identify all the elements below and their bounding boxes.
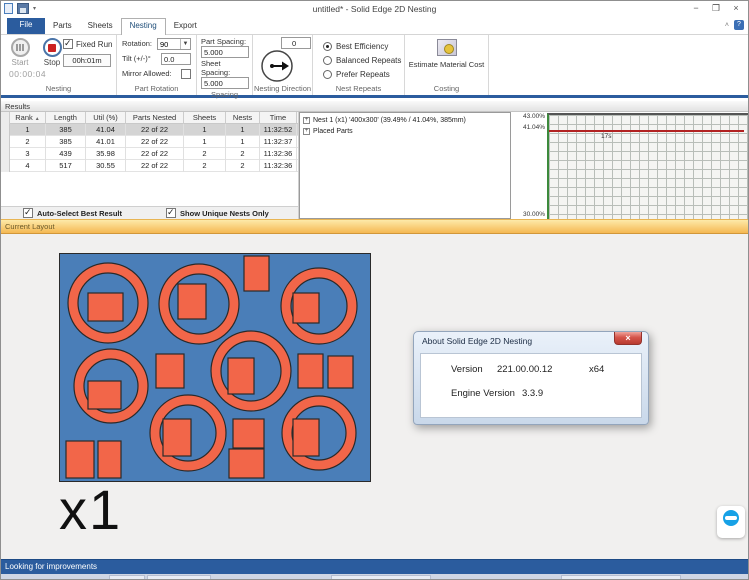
- utilization-chart: 43.00% 41.04% 30.00% 17s: [511, 112, 748, 219]
- part-spacing-label: Part Spacing:: [201, 37, 250, 46]
- results-panel-header: Results: [1, 101, 748, 112]
- sheet-spacing-label: Sheet Spacing:: [201, 59, 250, 77]
- group-label-nest-repeats: Nest Repeats: [313, 83, 404, 95]
- window-title: untitled* - Solid Edge 2D Nesting: [1, 4, 748, 14]
- tilt-label: Tilt (+/-)°: [122, 54, 151, 63]
- ribbon: Start Stop 00:00:04 ✓ Fixed Run 00h:01m …: [1, 35, 748, 95]
- nest-tree: + Nest 1 (x1) '400x300' (39.49% / 41.04%…: [299, 112, 511, 219]
- help-icon[interactable]: ?: [734, 20, 744, 30]
- tree-expand-icon[interactable]: +: [303, 117, 310, 124]
- group-nest-repeats: Best Efficiency Balanced Repeats Prefer …: [313, 35, 405, 95]
- sheet-spacing-field[interactable]: 5.000: [201, 77, 249, 89]
- about-dialog-body: Version 221.00.00.12 x64 Engine Version …: [420, 353, 642, 418]
- window-controls: − ❐ ×: [686, 1, 746, 15]
- results-table-header: Rank▲ Length Util (%) Parts Nested Sheet…: [1, 112, 298, 124]
- table-row[interactable]: 451730.5522 of 222211:32:36: [1, 160, 298, 172]
- app-window: ▾ untitled* - Solid Edge 2D Nesting − ❐ …: [0, 0, 749, 580]
- rotation-label: Rotation:: [122, 39, 152, 48]
- teamviewer-icon: [723, 510, 739, 526]
- fixed-run-label: Fixed Run: [76, 40, 112, 49]
- fixed-run-checkbox[interactable]: ✓: [63, 39, 73, 49]
- table-row[interactable]: 138541.0422 of 221111:32:52: [1, 124, 298, 136]
- ytick-label: 41.04%: [523, 124, 545, 131]
- auto-select-best-result-checkbox[interactable]: ✓: [23, 208, 33, 218]
- tree-item-placed-parts[interactable]: + Placed Parts: [303, 126, 507, 136]
- tab-parts[interactable]: Parts: [45, 19, 80, 34]
- engine-version-label: Engine Version: [451, 388, 515, 399]
- status-bar: Looking for improvements: [1, 559, 748, 574]
- stop-icon: [43, 38, 62, 57]
- ytick-label: 30.00%: [523, 211, 545, 218]
- version-label: Version: [451, 364, 483, 375]
- mirror-allowed-checkbox[interactable]: ✓: [181, 69, 191, 79]
- table-row[interactable]: 343935.9822 of 222211:32:36: [1, 148, 298, 160]
- taskbar-sliver: [1, 574, 748, 580]
- group-label-nesting: Nesting: [1, 83, 116, 95]
- group-nesting: Start Stop 00:00:04 ✓ Fixed Run 00h:01m …: [1, 35, 117, 95]
- group-nesting-direction: 0 Nesting Direction: [253, 35, 313, 95]
- restore-button[interactable]: ❐: [706, 1, 726, 15]
- tilt-field[interactable]: 0.0: [161, 53, 191, 65]
- minimize-button[interactable]: −: [686, 1, 706, 15]
- group-label-spacing: Spacing: [197, 89, 252, 101]
- dialog-close-button[interactable]: ×: [614, 332, 642, 345]
- radio-best-efficiency[interactable]: Best Efficiency: [313, 40, 404, 52]
- results-body: Rank▲ Length Util (%) Parts Nested Sheet…: [1, 112, 748, 219]
- tab-sheets[interactable]: Sheets: [80, 19, 121, 34]
- elapsed-timer: 00:00:04: [9, 69, 46, 79]
- tab-nesting[interactable]: Nesting: [121, 18, 166, 35]
- direction-angle-field[interactable]: 0: [281, 37, 311, 49]
- utilization-series-line: [549, 130, 744, 132]
- group-spacing: Part Spacing: 5.000 Sheet Spacing: 5.000…: [197, 35, 253, 95]
- close-button[interactable]: ×: [726, 1, 746, 15]
- rotation-select[interactable]: 90 ▼: [157, 38, 191, 50]
- tree-expand-icon[interactable]: +: [303, 128, 310, 135]
- radio-icon: [323, 70, 332, 79]
- title-bar: ▾ untitled* - Solid Edge 2D Nesting − ❐ …: [1, 1, 748, 18]
- show-unique-nests-checkbox[interactable]: ✓: [166, 208, 176, 218]
- chart-plot-area: 17s: [547, 113, 748, 219]
- nesting-direction-icon[interactable]: [260, 49, 294, 83]
- ribbon-tab-row: File Parts Sheets Nesting Export ˄ ?: [1, 18, 748, 35]
- tab-file[interactable]: File: [7, 18, 45, 34]
- table-row[interactable]: 238541.0122 of 221111:32:37: [1, 136, 298, 148]
- current-layout-header: Current Layout: [1, 219, 748, 234]
- radio-balanced-repeats[interactable]: Balanced Repeats: [313, 54, 404, 66]
- estimate-material-cost-button[interactable]: Estimate Material Cost: [405, 39, 488, 69]
- material-cost-icon: [437, 39, 457, 56]
- mirror-allowed-label: Mirror Allowed:: [122, 69, 172, 78]
- tab-export[interactable]: Export: [166, 19, 205, 34]
- results-options-bar: ✓ Auto-Select Best Result ✓ Show Unique …: [1, 206, 298, 219]
- fixed-run-duration-field[interactable]: 00h:01m: [63, 54, 111, 67]
- auto-select-best-result-label: Auto-Select Best Result: [37, 209, 122, 218]
- radio-icon: [323, 42, 332, 51]
- part-spacing-field[interactable]: 5.000: [201, 46, 249, 58]
- remote-access-badge[interactable]: [717, 506, 745, 538]
- tree-item-nest1[interactable]: + Nest 1 (x1) '400x300' (39.49% / 41.04%…: [303, 115, 507, 125]
- about-dialog: About Solid Edge 2D Nesting × Version 22…: [413, 331, 649, 425]
- layout-canvas: x1 About Solid Edge 2D Nesting × Version…: [1, 234, 748, 559]
- about-dialog-title[interactable]: About Solid Edge 2D Nesting: [422, 336, 532, 346]
- group-label-part-rotation: Part Rotation: [117, 83, 196, 95]
- group-label-nesting-direction: Nesting Direction: [253, 83, 312, 95]
- nest-sheet[interactable]: [59, 253, 371, 482]
- group-part-rotation: Rotation: 90 ▼ Tilt (+/-)° 0.0 Mirror Al…: [117, 35, 197, 95]
- radio-prefer-repeats[interactable]: Prefer Repeats: [313, 68, 404, 80]
- radio-icon: [323, 56, 332, 65]
- collapse-ribbon-icon[interactable]: ˄: [725, 22, 729, 29]
- ytick-label: 43.00%: [523, 113, 545, 120]
- results-table: Rank▲ Length Util (%) Parts Nested Sheet…: [1, 112, 299, 219]
- sort-asc-icon: ▲: [35, 116, 40, 122]
- engine-version-value: 3.3.9: [522, 388, 543, 399]
- group-costing: Estimate Material Cost Costing: [405, 35, 489, 95]
- architecture-value: x64: [589, 364, 604, 375]
- start-button[interactable]: Start: [5, 38, 35, 67]
- group-label-costing: Costing: [405, 83, 488, 95]
- chevron-down-icon[interactable]: ▼: [180, 39, 190, 49]
- time-annotation: 17s: [601, 133, 611, 140]
- start-icon: [11, 38, 30, 57]
- show-unique-nests-label: Show Unique Nests Only: [180, 209, 269, 218]
- version-value: 221.00.00.12: [497, 364, 552, 375]
- sheet-multiplier-label: x1: [59, 477, 122, 542]
